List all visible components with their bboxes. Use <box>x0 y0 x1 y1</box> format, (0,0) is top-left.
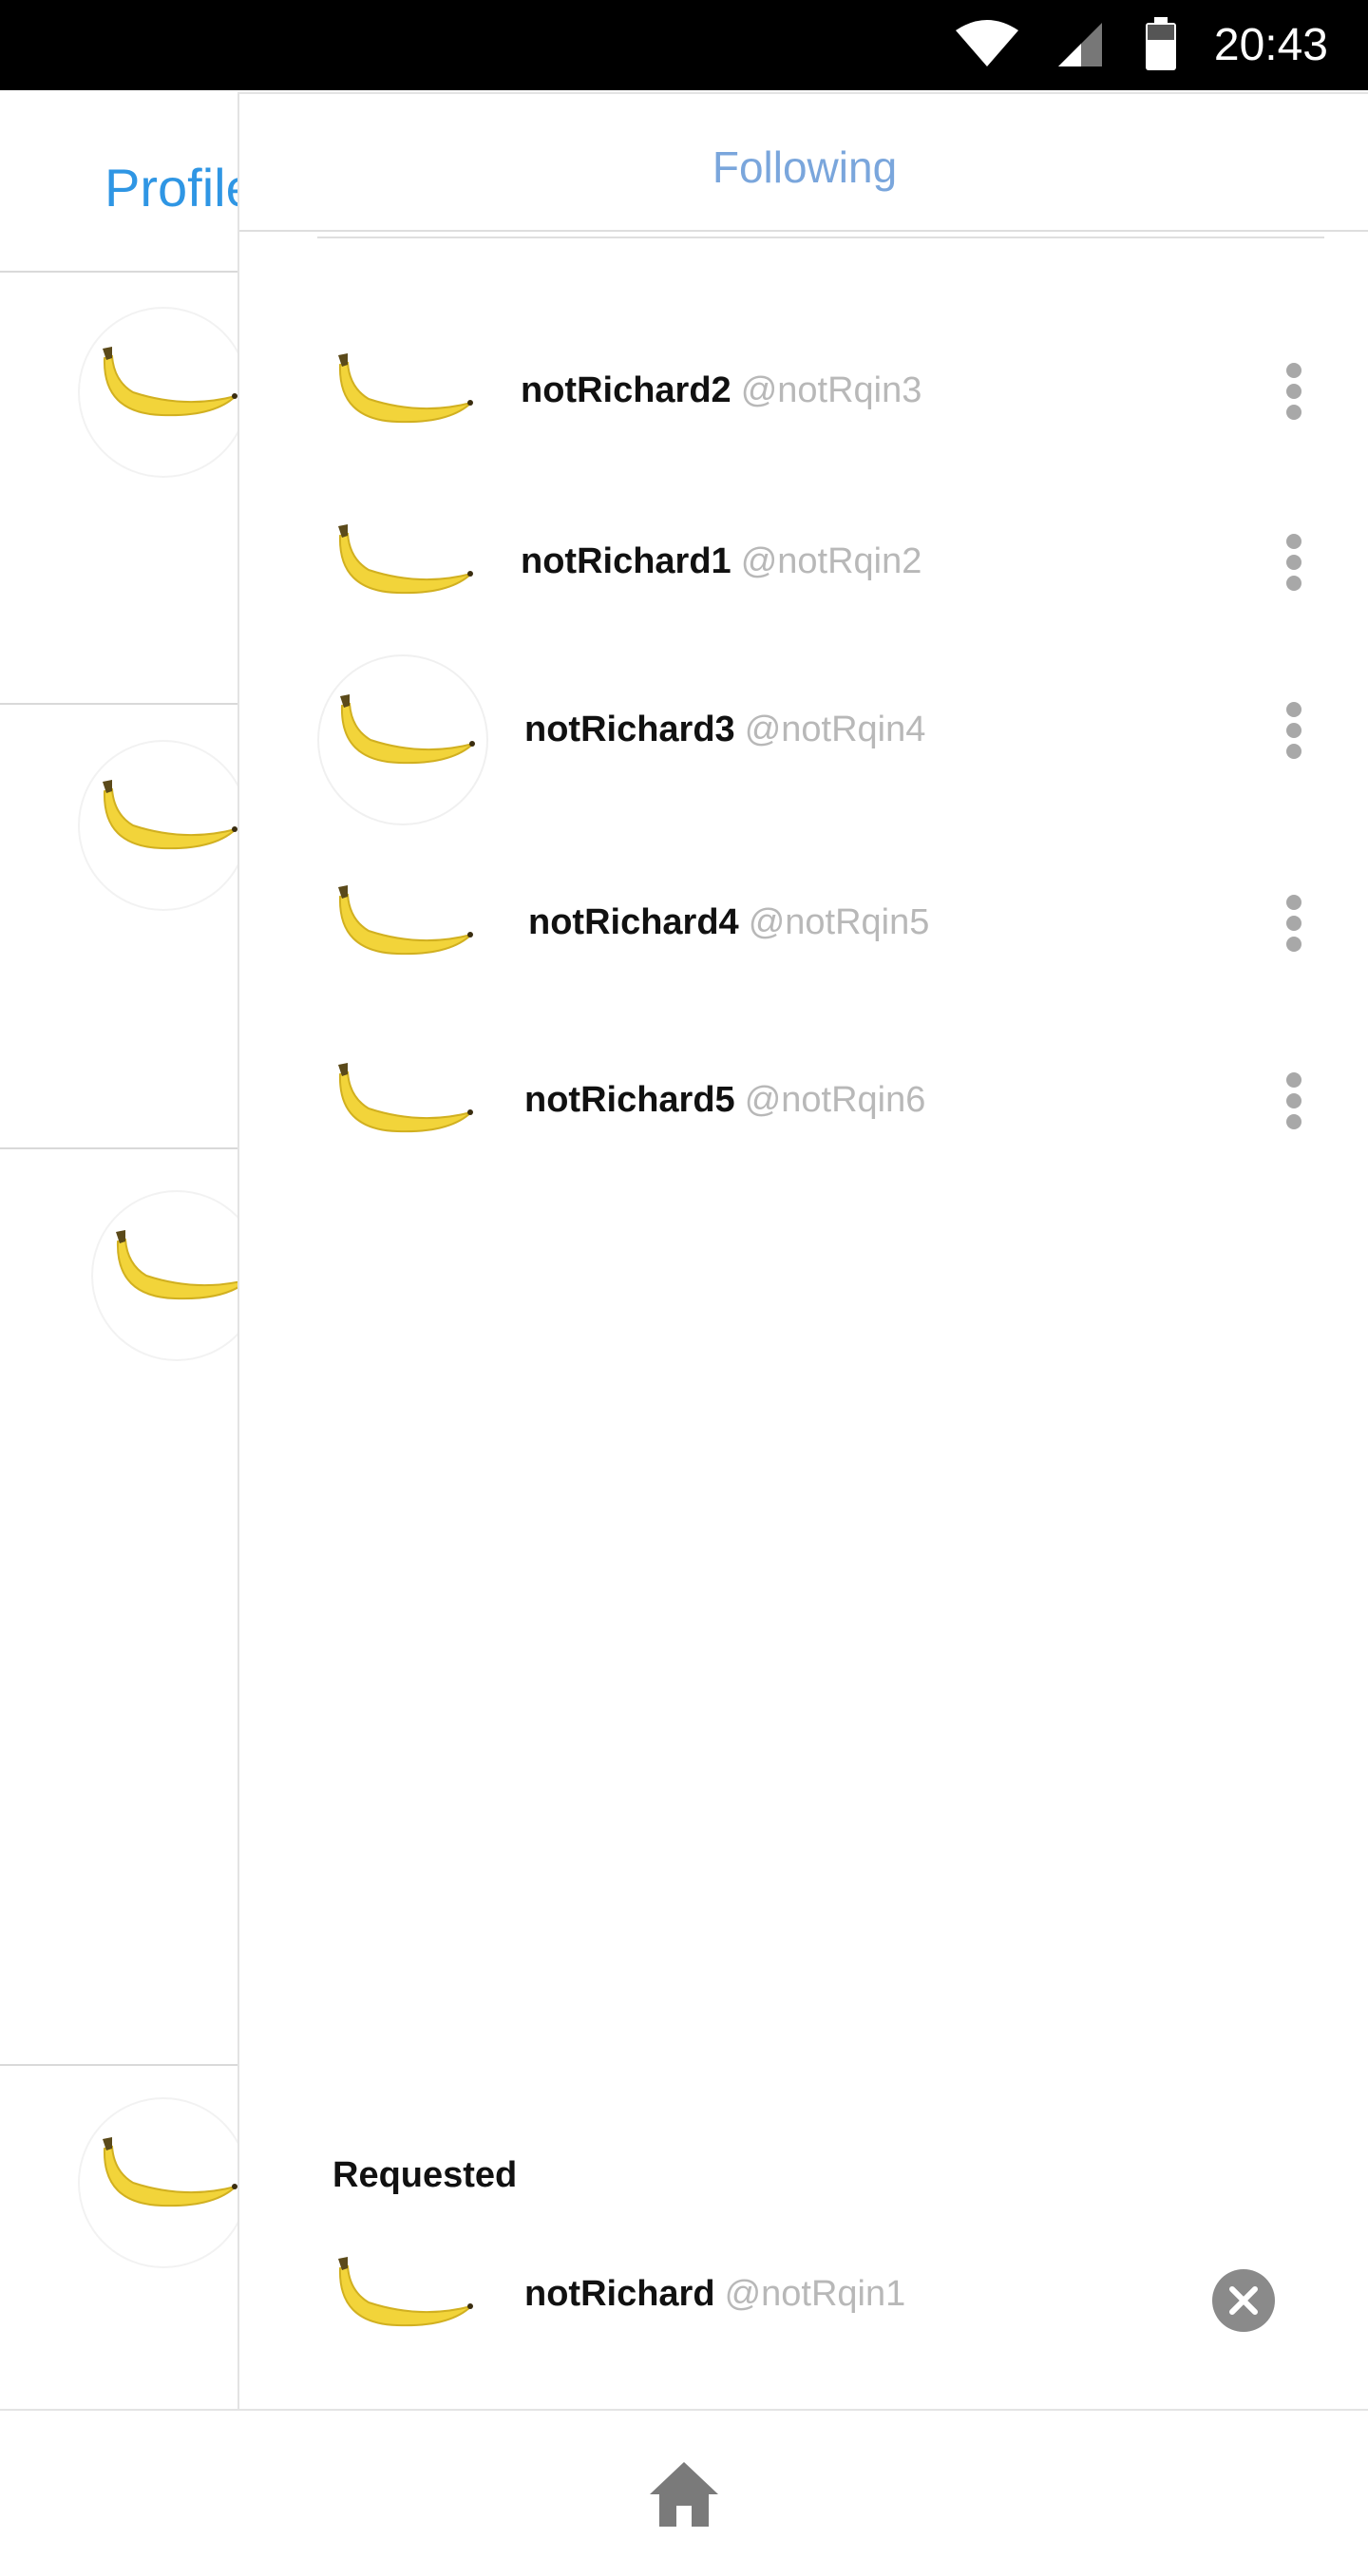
user-name: notRichard2 <box>521 370 732 410</box>
avatar[interactable] <box>78 2097 238 2268</box>
cell-signal-icon <box>1058 23 1102 66</box>
avatar[interactable] <box>78 307 238 478</box>
user-handle: @notRqin5 <box>748 902 930 942</box>
user-name-line: notRichard1 @notRqin2 <box>521 541 922 582</box>
avatar[interactable] <box>78 740 238 911</box>
user-name: notRichard1 <box>521 541 732 581</box>
banana-image <box>338 353 473 424</box>
more-options-icon[interactable] <box>1275 895 1313 961</box>
list-item[interactable]: notRichard2 @notRqin3 <box>239 315 1368 486</box>
more-options-icon[interactable] <box>1275 1072 1313 1139</box>
more-options-icon[interactable] <box>1275 702 1313 768</box>
user-name: notRichard3 <box>524 710 735 749</box>
bottom-navigation <box>0 2409 1368 2576</box>
list-item[interactable]: notRichard3 @notRqin4 <box>239 654 1368 825</box>
cancel-request-button[interactable] <box>1212 2269 1275 2332</box>
wifi-icon <box>956 20 1018 66</box>
user-handle: @notRqin2 <box>740 541 922 581</box>
user-name-line: notRichard2 @notRqin3 <box>521 370 922 411</box>
user-handle: @notRqin4 <box>744 710 926 749</box>
banana-image <box>338 1063 473 1133</box>
following-panel: Following notRichard2 @notRqin3 notRichar… <box>238 92 1368 2411</box>
user-name-line: notRichard3 @notRqin4 <box>524 710 925 750</box>
user-handle: @notRqin1 <box>724 2274 906 2314</box>
user-name-line: notRichard5 @notRqin6 <box>524 1080 925 1121</box>
user-name: notRichard <box>524 2274 715 2314</box>
banana-image <box>116 1230 238 1300</box>
more-options-icon[interactable] <box>1275 534 1313 600</box>
banana-image <box>103 2137 238 2207</box>
close-icon <box>1229 2286 1258 2315</box>
avatar[interactable] <box>317 1025 488 1196</box>
user-name-line: notRichard @notRqin1 <box>524 2274 905 2315</box>
avatar[interactable] <box>317 847 488 1018</box>
user-name: notRichard4 <box>528 902 739 942</box>
banana-image <box>338 524 473 595</box>
user-handle: @notRqin3 <box>740 370 922 410</box>
divider <box>0 1147 238 1149</box>
list-item[interactable]: notRichard5 @notRqin6 <box>239 1025 1368 1196</box>
avatar[interactable] <box>317 486 488 657</box>
user-name: notRichard5 <box>524 1080 735 1120</box>
battery-icon <box>1146 17 1176 70</box>
status-bar: 20:43 <box>0 0 1368 90</box>
banana-image <box>103 347 238 417</box>
profile-title[interactable]: Profile <box>104 157 238 218</box>
status-time: 20:43 <box>1213 20 1328 70</box>
requested-item[interactable]: notRichard @notRqin1 <box>239 2219 1368 2390</box>
list-item[interactable]: notRichard1 @notRqin2 <box>239 486 1368 657</box>
avatar[interactable] <box>317 2219 488 2390</box>
home-icon <box>650 2462 718 2527</box>
banana-image <box>340 694 475 765</box>
user-handle: @notRqin6 <box>744 1080 926 1120</box>
banana-image <box>338 2257 473 2327</box>
avatar[interactable] <box>317 315 488 486</box>
avatar[interactable] <box>91 1190 238 1361</box>
divider <box>0 2064 238 2066</box>
background-profile-page: Profile <box>0 90 238 2411</box>
more-options-icon[interactable] <box>1275 363 1313 429</box>
divider <box>0 271 238 273</box>
divider <box>239 230 1368 232</box>
user-name-line: notRichard4 @notRqin5 <box>528 902 929 943</box>
banana-image <box>338 885 473 956</box>
banana-image <box>103 780 238 850</box>
list-item[interactable]: notRichard4 @notRqin5 <box>239 847 1368 1018</box>
divider <box>317 237 1324 238</box>
divider <box>0 703 238 705</box>
avatar[interactable] <box>317 654 488 825</box>
requested-section-label: Requested <box>332 2155 518 2195</box>
panel-title: Following <box>712 142 898 192</box>
home-button[interactable] <box>646 2456 722 2532</box>
